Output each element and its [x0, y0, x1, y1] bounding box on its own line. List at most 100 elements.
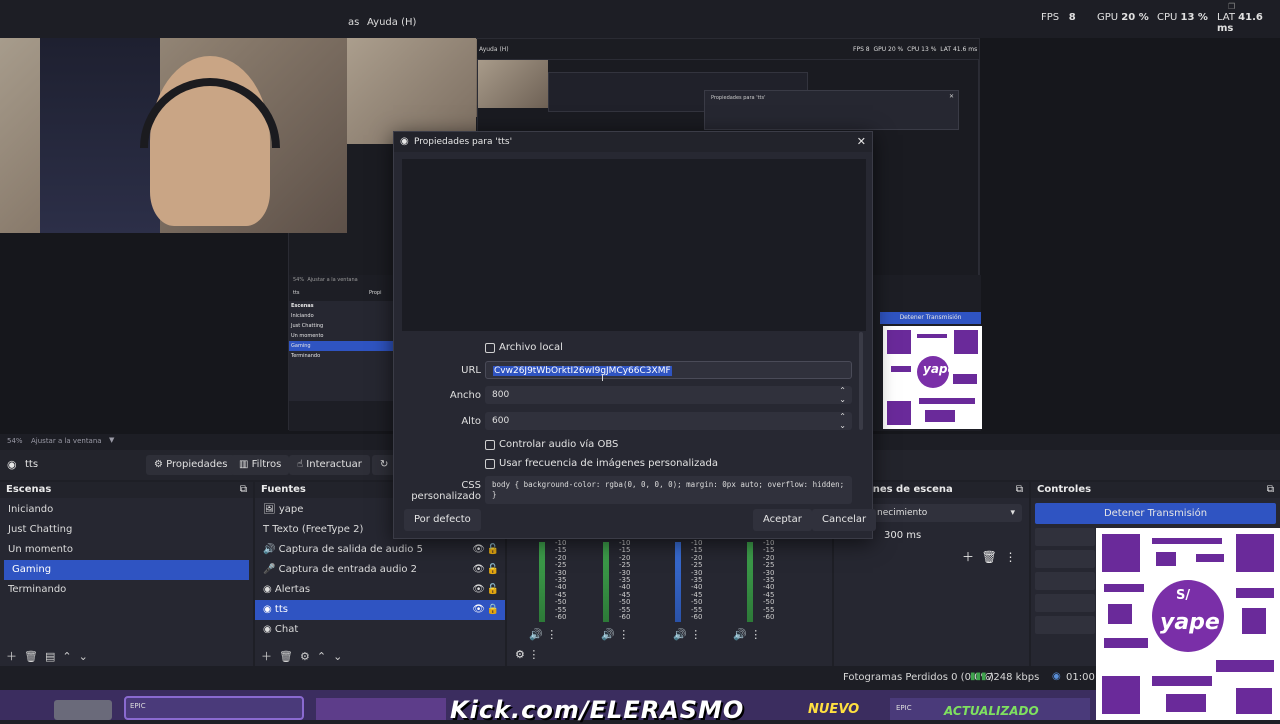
transition-tools[interactable]: ＋ 🗑 ⋮ — [962, 548, 1017, 565]
banner-tile — [316, 698, 446, 720]
qr-brand-label: yape — [1160, 610, 1220, 635]
lock-icon[interactable]: 🔒 — [487, 604, 499, 615]
speaker-icon[interactable]: 🔊 ⋮ — [601, 628, 629, 641]
local-file-checkbox[interactable] — [485, 343, 495, 353]
undock-icon[interactable]: ⧉ — [1016, 484, 1023, 495]
sources-toolbar: ＋ 🗑 ⚙ ⌃ ⌄ — [255, 644, 505, 666]
lock-icon[interactable]: 🔓 — [487, 564, 499, 575]
undock-icon[interactable]: ⧉ — [240, 484, 247, 495]
eye-icon[interactable]: 👁 — [472, 564, 485, 575]
banner-tile — [54, 700, 112, 720]
scene-item-iniciando[interactable]: Iniciando — [0, 500, 253, 520]
top-bar: as Ayuda (H) FPS 8 GPU 20 % CPU 13 % LAT… — [0, 0, 1280, 38]
width-input[interactable]: 800 ⌃ ⌄ — [485, 386, 852, 404]
defaults-button[interactable]: Por defecto — [404, 509, 481, 531]
controls-header: Controles ⧉ — [1031, 482, 1280, 498]
nested-scene-item: Un momento — [291, 333, 324, 339]
chevron-down-icon[interactable]: ⌄ — [79, 650, 88, 663]
menu-item-help[interactable]: Ayuda (H) — [367, 17, 416, 28]
add-icon[interactable]: ＋ — [6, 650, 17, 663]
chevron-up-icon[interactable]: ⌃ — [317, 650, 326, 663]
control-button[interactable] — [1035, 616, 1095, 634]
scene-item-terminando[interactable]: Terminando — [0, 580, 253, 600]
height-input[interactable]: 600 ⌃ ⌄ — [485, 412, 852, 430]
nested-dialog: Propiedades para 'tts' ✕ — [704, 90, 959, 130]
filters-button[interactable]: ▥ Filtros — [231, 455, 290, 475]
control-button[interactable] — [1035, 594, 1095, 612]
nested-stop-button-large: Detener Transmisión — [880, 312, 981, 324]
filter-icon[interactable]: ▤ — [45, 650, 55, 663]
nested-menu-help: Ayuda (H) — [479, 46, 509, 53]
trash-icon[interactable]: 🗑 — [24, 650, 38, 663]
status-bar: Fotogramas Perdidos 0 (0.0%) ▮▮▮ 7248 kb… — [0, 666, 1280, 690]
custom-fps-checkbox[interactable] — [485, 459, 495, 469]
gear-icon[interactable]: ⚙ — [300, 650, 310, 663]
scenes-dock: Escenas ⧉ Iniciando Just Chatting Un mome… — [0, 482, 253, 666]
lock-icon[interactable]: 🔓 — [487, 544, 499, 555]
transition-select[interactable]: necimiento ▾ — [870, 504, 1022, 522]
source-item-tts[interactable]: ◉ tts 👁 🔒 — [255, 600, 505, 620]
cpu-stat: CPU 13 % — [1157, 12, 1208, 23]
nested-scene-item: Terminando — [291, 353, 321, 359]
add-icon[interactable]: ＋ — [261, 650, 272, 663]
source-item-chat[interactable]: ◉ Chat — [255, 620, 505, 640]
control-button[interactable] — [1035, 572, 1095, 590]
audio-control-checkbox[interactable] — [485, 440, 495, 450]
spinner-icon[interactable]: ⌃ ⌄ — [839, 386, 846, 404]
nested-scenes-title: Escenas — [291, 303, 314, 309]
zoom-fit[interactable]: Ajustar a la ventana — [31, 437, 102, 445]
chevron-up-icon[interactable]: ⌃ — [62, 650, 71, 663]
scene-item-gaming[interactable]: Gaming — [4, 560, 249, 580]
nested-stats: FPS 8 GPU 20 % CPU 13 % LAT 41.6 ms — [853, 46, 978, 53]
transition-duration[interactable]: 300 ms — [884, 530, 921, 541]
nested-scenes: Escenas Iniciando Just Chatting Un momen… — [289, 301, 393, 401]
chevron-down-icon[interactable]: ⌄ — [333, 650, 342, 663]
eye-icon[interactable]: 👁 — [472, 584, 485, 595]
speaker-icon[interactable]: 🔊 ⋮ — [673, 628, 701, 641]
url-label: URL — [461, 365, 481, 376]
cancel-button[interactable]: Cancelar — [812, 509, 877, 531]
signal-icon: ▮▮▮ — [970, 671, 987, 682]
undock-icon[interactable]: ⧉ — [1267, 484, 1274, 495]
source-item-alertas[interactable]: ◉ Alertas 👁 🔓 — [255, 580, 505, 600]
control-button[interactable] — [1035, 550, 1095, 568]
preview-qr-code: yape — [883, 326, 982, 429]
chevron-down-icon[interactable]: ▼ — [109, 436, 114, 444]
gpu-stat: GPU 20 % — [1097, 12, 1149, 23]
properties-button[interactable]: ⚙ Propiedades — [146, 455, 236, 475]
speaker-icon[interactable]: 🔊 ⋮ — [529, 628, 557, 641]
control-button[interactable] — [1035, 528, 1095, 546]
scrollbar[interactable] — [859, 332, 863, 430]
source-item-audio-output[interactable]: 🔊 Captura de salida de audio 5 👁 🔓 — [255, 540, 505, 560]
nested-scene-item: Just Chatting — [291, 323, 324, 329]
zoom-value[interactable]: 54% — [7, 437, 23, 445]
speaker-icon[interactable]: 🔊 ⋮ — [733, 628, 761, 641]
pointer-icon: ☝ — [297, 459, 304, 470]
audio-meter — [539, 542, 545, 622]
scene-item-un-momento[interactable]: Un momento — [0, 540, 253, 560]
source-item-audio-input[interactable]: 🎤 Captura de entrada audio 2 👁 🔓 — [255, 560, 505, 580]
trash-icon[interactable]: 🗑 — [279, 650, 293, 663]
css-textarea[interactable]: body { background-color: rgba(0, 0, 0, 0… — [485, 476, 852, 504]
scenes-header: Escenas ⧉ — [0, 482, 253, 498]
interact-button[interactable]: ☝ Interactuar — [289, 455, 370, 475]
eye-icon[interactable]: 👁 — [472, 604, 485, 615]
scene-item-just-chatting[interactable]: Just Chatting — [0, 520, 253, 540]
stop-stream-button[interactable]: Detener Transmisión — [1035, 503, 1276, 524]
close-icon[interactable]: ✕ — [857, 135, 866, 148]
webcam-source — [0, 38, 347, 233]
gear-icon[interactable]: ⚙ ⋮ — [515, 648, 539, 661]
restore-icon[interactable]: ❐ — [1228, 2, 1235, 11]
local-file-label: Archivo local — [499, 342, 563, 353]
yape-qr-code: S/ yape — [1096, 528, 1280, 720]
url-input[interactable]: Cvw26J9tWbOrktI26wI9gJMCy66C3XMF — [485, 361, 852, 379]
spinner-icon[interactable]: ⌃ ⌄ — [839, 412, 846, 430]
accept-button[interactable]: Aceptar — [753, 509, 812, 531]
nested-zoom: 54% Ajustar a la ventana — [293, 277, 358, 283]
menu-item-partial[interactable]: as — [348, 17, 359, 28]
scenes-toolbar: ＋ 🗑 ▤ ⌃ ⌄ — [0, 644, 253, 666]
lock-icon[interactable]: 🔓 — [487, 584, 499, 595]
image-icon: 🖼 — [263, 504, 276, 515]
custom-fps-label: Usar frecuencia de imágenes personalizad… — [499, 458, 718, 469]
eye-icon[interactable]: 👁 — [472, 544, 485, 555]
